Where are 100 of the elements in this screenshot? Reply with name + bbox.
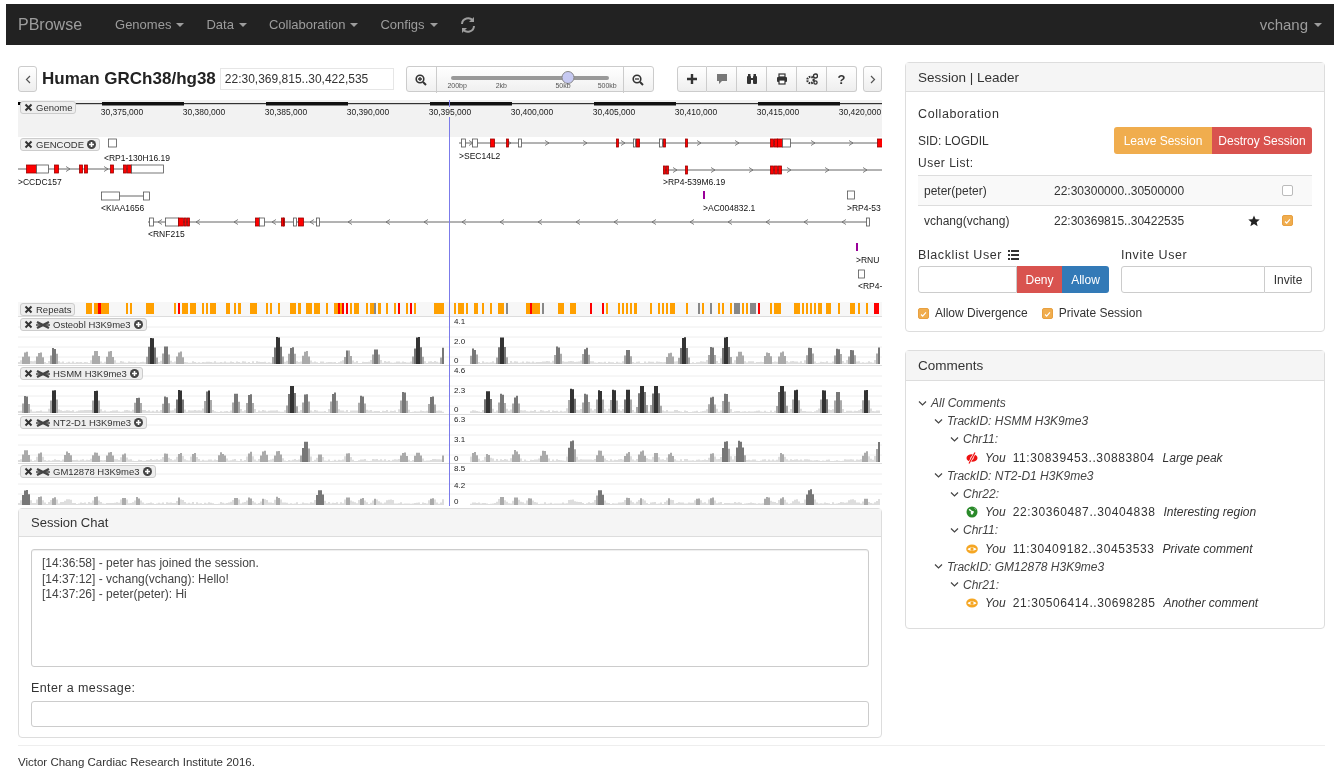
gene-model[interactable]	[18, 164, 164, 174]
close-icon[interactable]	[24, 103, 33, 112]
eye-icon	[966, 597, 978, 610]
gene-label[interactable]: >SEC14L2	[459, 151, 501, 161]
caret-icon	[238, 22, 247, 27]
track-label[interactable]: Repeats	[20, 303, 76, 316]
tree-node[interactable]: Chr11:	[950, 430, 1312, 449]
tree-node[interactable]: Chr22:	[950, 484, 1312, 504]
invite-field[interactable]	[1121, 266, 1265, 293]
checkbox[interactable]	[1282, 215, 1293, 226]
footer-text: Victor Chang Cardiac Research Institute 2016.	[18, 756, 255, 768]
gene-label[interactable]: <RP4-	[858, 281, 882, 291]
plus-circle-icon[interactable]	[87, 140, 97, 149]
axis-label: 0	[454, 405, 459, 414]
ruler-tick-label: 30,390,000	[346, 107, 390, 117]
track-label[interactable]: Osteobl H3K9me3	[20, 318, 147, 331]
menu-item[interactable]: Data	[195, 17, 258, 32]
find-button[interactable]	[737, 66, 767, 92]
user-row[interactable]: peter(peter) 22:30300000..30500000	[918, 175, 1312, 205]
axis-label: 4.6	[454, 366, 466, 375]
user-menu[interactable]: vchang	[1259, 16, 1322, 33]
drag-arrows-icon[interactable]	[36, 319, 50, 330]
track-label[interactable]: GENCODE	[20, 138, 101, 151]
close-icon[interactable]	[24, 369, 33, 378]
track-label[interactable]: GM12878 H3K9me3	[20, 465, 156, 478]
gene-model[interactable]	[662, 165, 882, 175]
message-field[interactable]	[31, 701, 869, 727]
user-row[interactable]: vchang(vchang) 22:30369815..30422535	[918, 205, 1312, 235]
gene-label[interactable]: >RP4-539M6.19	[663, 177, 726, 187]
gene-label[interactable]: <KIAA1656	[101, 203, 145, 213]
allow-button[interactable]: Allow	[1062, 266, 1109, 293]
gene-model[interactable]	[100, 191, 150, 201]
close-icon[interactable]	[24, 320, 33, 329]
blacklist-field[interactable]	[918, 266, 1017, 293]
globe-icon	[966, 506, 978, 519]
gene-model[interactable]	[108, 138, 117, 148]
checkbox[interactable]	[1282, 185, 1293, 196]
destroy-session-button[interactable]: Destroy Session	[1212, 127, 1312, 154]
zoom-slider[interactable]	[450, 71, 609, 85]
list-icon[interactable]	[1008, 250, 1020, 260]
tree-node[interactable]: TrackID: GM12878 H3K9me3	[934, 557, 1312, 576]
gene-model[interactable]	[147, 217, 870, 227]
help-button[interactable]: ?	[827, 66, 857, 92]
drag-arrows-icon[interactable]	[36, 368, 50, 379]
invite-button[interactable]: Invite	[1265, 266, 1312, 293]
plus-circle-icon[interactable]	[142, 467, 152, 476]
plus-circle-icon[interactable]	[133, 320, 143, 329]
zoom-out-icon	[632, 74, 645, 86]
gene-label[interactable]: >CCDC157	[18, 177, 62, 187]
track-label[interactable]: Genome	[20, 101, 77, 114]
settings-button[interactable]	[797, 66, 827, 92]
gene-label[interactable]: <RP1-130H16.19	[104, 153, 170, 163]
plus-circle-icon[interactable]	[134, 418, 144, 427]
user-name: vchang(vchang)	[923, 213, 1011, 228]
comment-region[interactable]: 11:30409182..30453533	[1012, 541, 1155, 556]
caret-down-icon[interactable]	[950, 525, 959, 535]
tree-label: Chr11:	[963, 432, 999, 447]
comment-region[interactable]: 21:30506414..30698285	[1012, 596, 1156, 611]
menu-item[interactable]: Genomes	[104, 17, 196, 32]
close-icon[interactable]	[24, 140, 33, 149]
comment-region[interactable]: 11:30839453..30883804	[1012, 450, 1155, 465]
print-button[interactable]	[767, 66, 797, 92]
brand-logo[interactable]: PBrowse	[18, 15, 83, 34]
drag-arrows-icon[interactable]	[36, 417, 50, 428]
tree-label: Chr11:	[963, 523, 999, 538]
comment-region[interactable]: 22:30360487..30404838	[1012, 505, 1156, 520]
deny-button[interactable]: Deny	[1017, 266, 1062, 293]
axis-label: 2.0	[454, 337, 466, 346]
tree-node[interactable]: TrackID: HSMM H3K9me3	[934, 412, 1312, 431]
menu-item[interactable]: Configs	[369, 17, 449, 32]
gene-model[interactable]	[847, 190, 855, 200]
gene-label[interactable]: >AC004832.1	[703, 203, 756, 213]
drag-arrows-icon[interactable]	[36, 466, 50, 477]
tree-node[interactable]: All Comments	[918, 394, 1312, 413]
tree-node[interactable]: Chr21:	[950, 575, 1312, 595]
tree-node[interactable]: TrackID: NT2-D1 H3K9me3	[934, 466, 1312, 485]
menu-item[interactable]: Collaboration	[257, 17, 370, 32]
close-icon[interactable]	[24, 305, 33, 314]
user-name: peter(peter)	[923, 183, 988, 198]
gene-model[interactable]	[858, 269, 865, 279]
checkbox-label: Allow Divergence	[935, 306, 1028, 320]
axis-label: 8.5	[454, 464, 466, 473]
gene-model[interactable]	[458, 138, 882, 148]
location-field[interactable]: 22:30,369,815..30,422,535	[219, 68, 394, 90]
ruler-tick-label: 30,420,000	[838, 107, 882, 117]
plus-circle-icon[interactable]	[129, 369, 139, 378]
close-icon[interactable]	[24, 418, 33, 427]
comment-button[interactable]	[707, 66, 737, 92]
track-label[interactable]: HSMM H3K9me3	[20, 367, 143, 380]
gene-label[interactable]: >RP4-53	[847, 203, 881, 213]
checkbox[interactable]	[1041, 307, 1053, 319]
gene-label[interactable]: >RNU	[856, 255, 880, 265]
track-label[interactable]: NT2-D1 H3K9me3	[20, 416, 148, 429]
gene-label[interactable]: <RNF215	[148, 229, 185, 239]
checkbox[interactable]	[918, 307, 929, 319]
list-label: User List:	[918, 156, 975, 170]
tree-node[interactable]: Chr11:	[950, 521, 1312, 540]
refresh-icon[interactable]	[458, 15, 477, 34]
close-icon[interactable]	[24, 467, 33, 476]
comment-text: Private comment	[1162, 541, 1253, 556]
